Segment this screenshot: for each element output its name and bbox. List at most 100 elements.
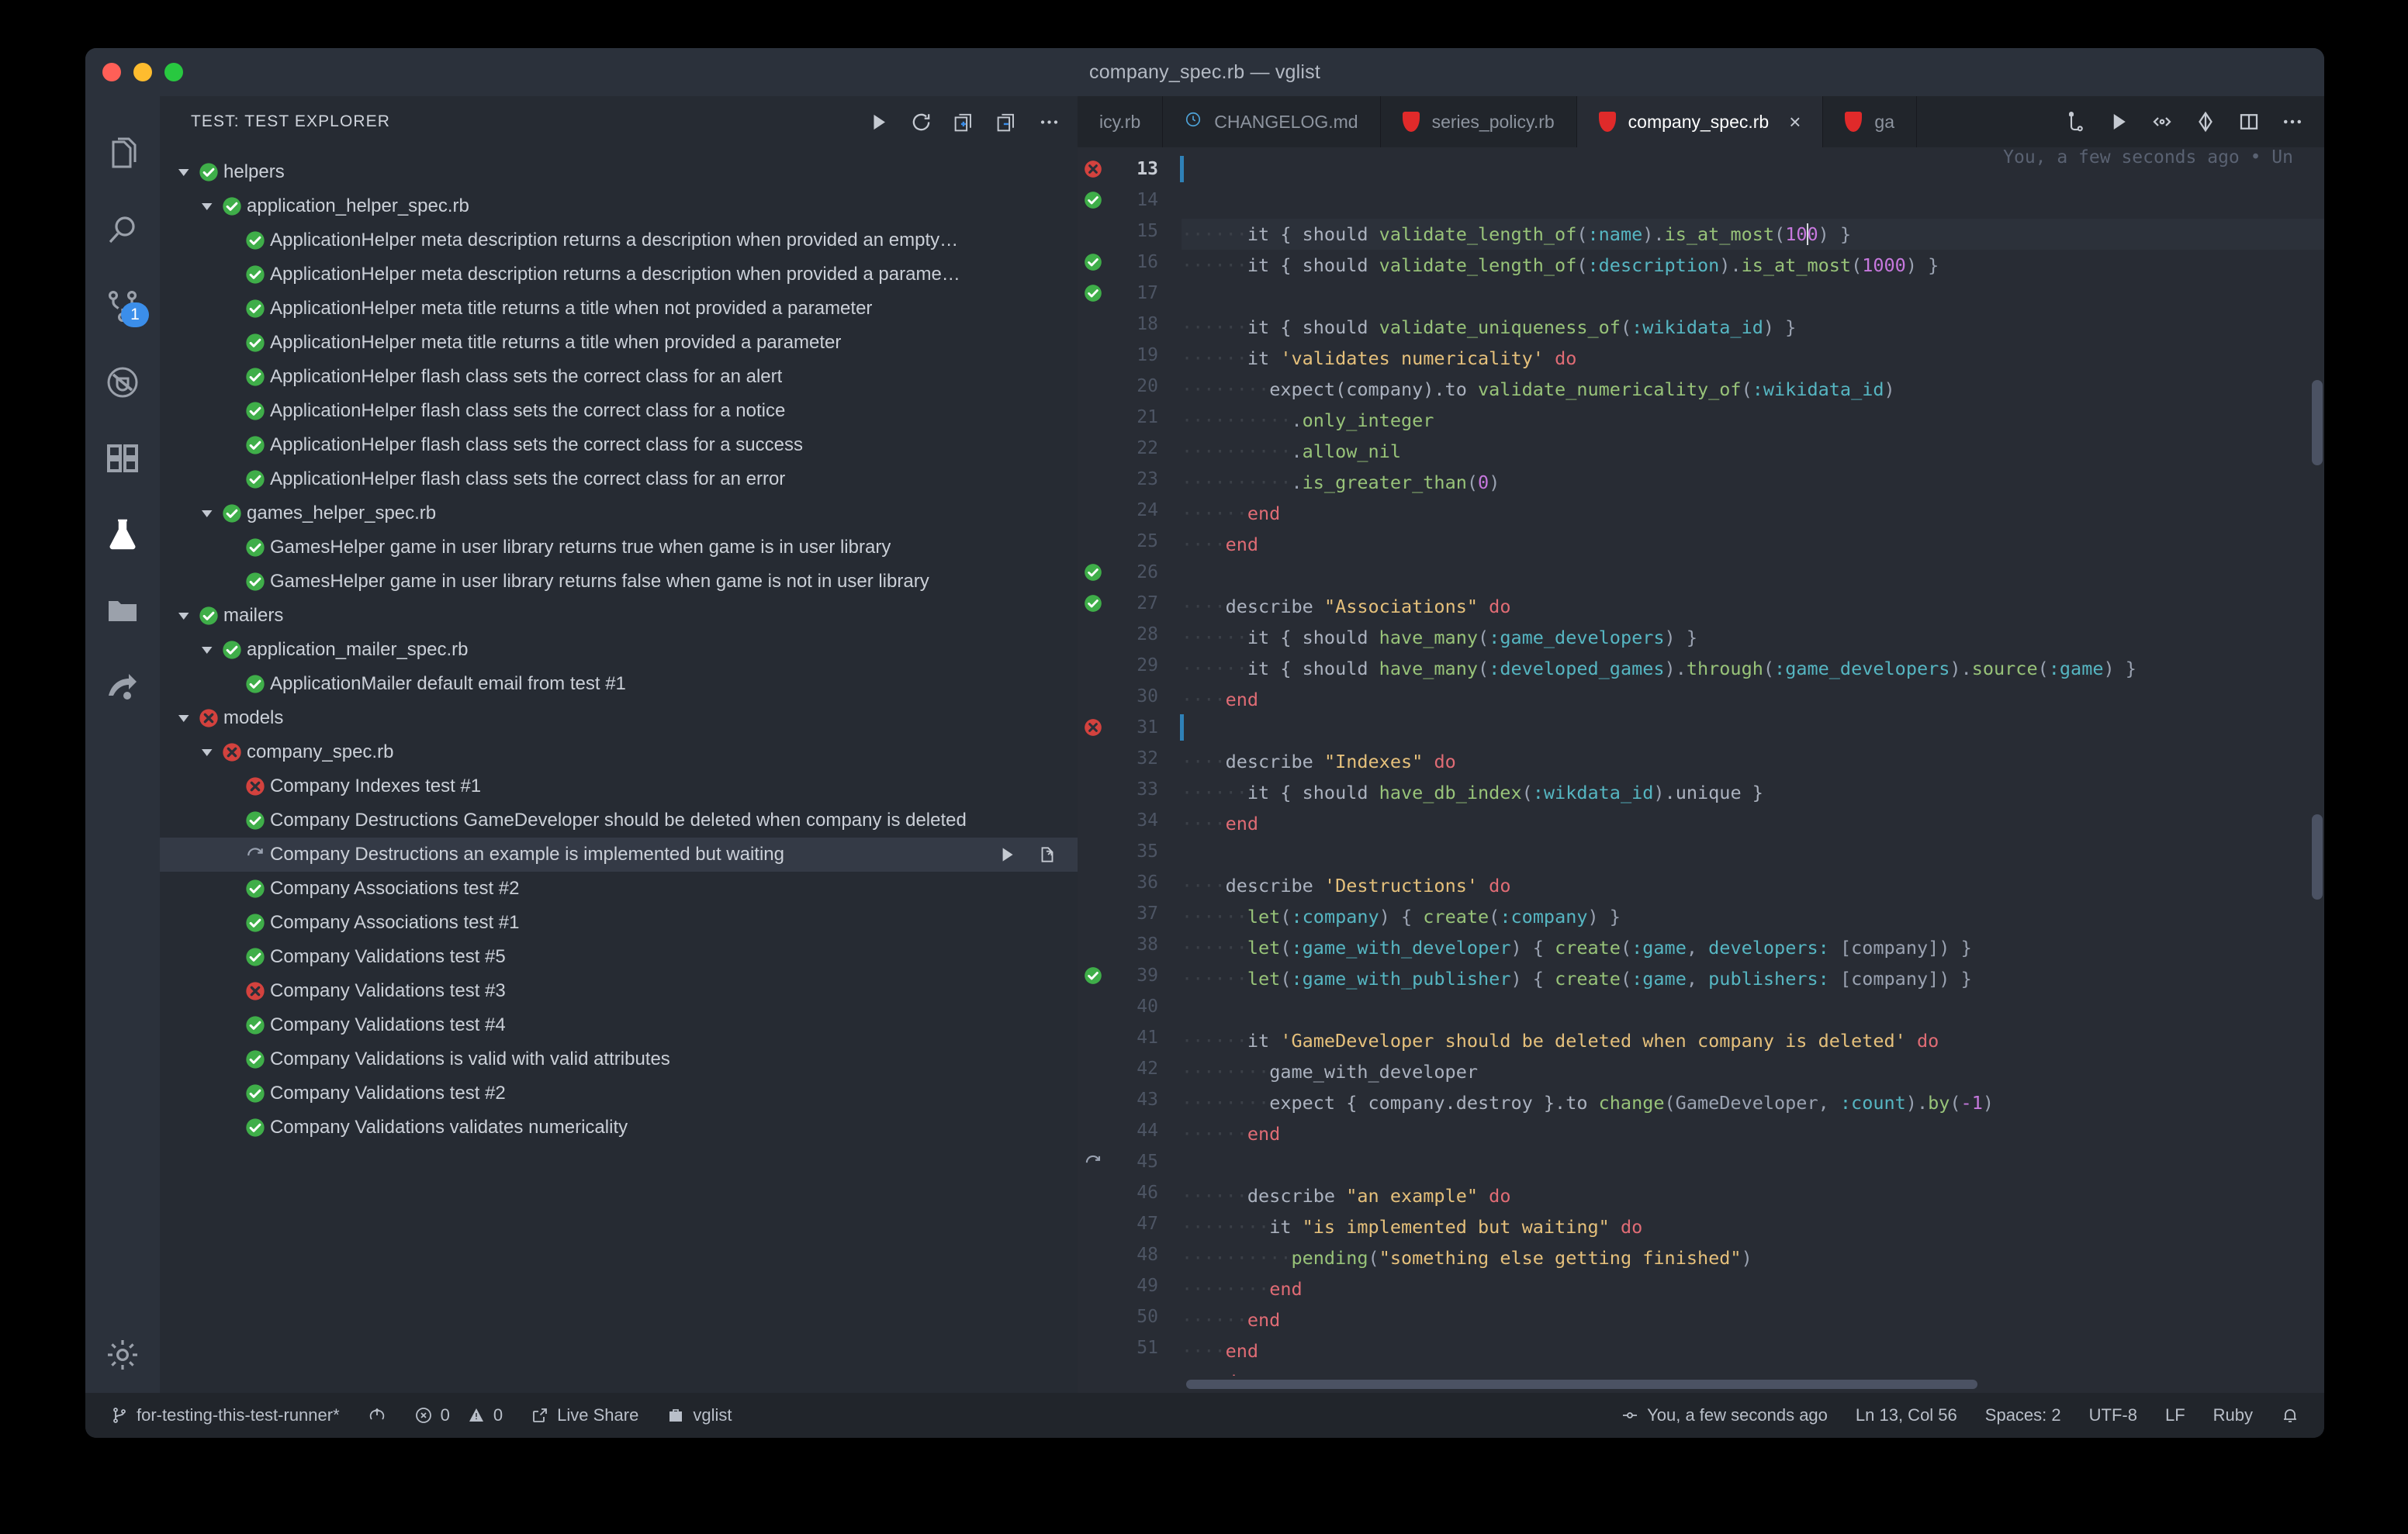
gutter-test-failed-icon[interactable] xyxy=(1078,712,1109,743)
collapse-all-icon[interactable] xyxy=(995,111,1018,133)
code-line[interactable]: ········expect(company).to validate_nume… xyxy=(1182,374,2324,405)
test-tree-row[interactable]: ApplicationHelper meta description retur… xyxy=(160,257,1078,292)
twisty-expanded[interactable] xyxy=(174,167,194,178)
editor-tab[interactable]: ga xyxy=(1823,96,1917,147)
editor-horizontal-scrollbar[interactable] xyxy=(1078,1376,2324,1393)
scrollbar-thumb-secondary[interactable] xyxy=(2312,814,2323,900)
code-line[interactable] xyxy=(1182,994,2324,1025)
activity-item-explorer[interactable] xyxy=(85,116,160,192)
close-tab-icon[interactable]: × xyxy=(1789,110,1801,134)
play-icon[interactable] xyxy=(867,111,890,133)
status-workspace[interactable]: vglist xyxy=(652,1393,746,1438)
test-tree-row[interactable]: company_spec.rb xyxy=(160,735,1078,769)
activity-item-test-explorer[interactable] xyxy=(85,496,160,572)
test-tree-row[interactable]: Company Validations test #2 xyxy=(160,1076,1078,1111)
status-problems[interactable]: 0 0 xyxy=(400,1393,517,1438)
editor-tab[interactable]: CHANGELOG.md xyxy=(1163,96,1381,147)
test-tree-row[interactable]: ApplicationHelper flash class sets the c… xyxy=(160,394,1078,428)
status-indentation[interactable]: Spaces: 2 xyxy=(1971,1393,2075,1438)
compare-icon[interactable] xyxy=(2064,110,2087,133)
code-line[interactable]: ······it 'GameDeveloper should be delete… xyxy=(1182,1025,2324,1056)
activity-item-run-and-debug[interactable] xyxy=(85,344,160,420)
gutter-test-passed-icon[interactable] xyxy=(1078,557,1109,588)
status-notifications[interactable] xyxy=(2267,1393,2313,1438)
minimize-window-button[interactable] xyxy=(133,63,152,81)
ellipsis-icon[interactable] xyxy=(1038,111,1060,133)
expand-all-icon[interactable] xyxy=(953,111,975,133)
code-line[interactable]: ········game_with_developer xyxy=(1182,1056,2324,1087)
code-line[interactable]: ··········.only_integer xyxy=(1182,405,2324,436)
chevron-down-icon[interactable] xyxy=(201,201,213,212)
code-line[interactable]: ······let(:company) { create(:company) } xyxy=(1182,901,2324,932)
code-line[interactable]: ····describe 'Destructions' do xyxy=(1182,870,2324,901)
code-line[interactable]: ····end xyxy=(1182,1335,2324,1366)
code-line[interactable]: ······it { should validate_length_of(:na… xyxy=(1182,219,2324,250)
twisty-expanded[interactable] xyxy=(197,508,217,520)
test-tree-row[interactable]: ApplicationHelper flash class sets the c… xyxy=(160,462,1078,496)
scrollbar-thumb-horizontal[interactable] xyxy=(1186,1380,1977,1389)
gutter-test-failed-icon[interactable] xyxy=(1078,154,1109,185)
goto-file-icon[interactable] xyxy=(1037,845,1057,865)
activity-item-search[interactable] xyxy=(85,192,160,268)
test-tree-row[interactable]: Company Validations test #5 xyxy=(160,940,1078,974)
ellipsis-icon[interactable] xyxy=(2281,110,2304,133)
test-tree-row[interactable]: Company Validations test #4 xyxy=(160,1008,1078,1042)
code-line[interactable]: ······end xyxy=(1182,498,2324,529)
activity-item-extensions[interactable] xyxy=(85,420,160,496)
code-line[interactable]: ··end xyxy=(1182,1366,2324,1376)
code-line[interactable]: ····end xyxy=(1182,684,2324,715)
gutter-test-pending-icon[interactable] xyxy=(1078,1146,1109,1177)
test-tree-row[interactable]: helpers xyxy=(160,155,1078,189)
status-eol[interactable]: LF xyxy=(2151,1393,2199,1438)
activity-item-manage-settings[interactable] xyxy=(85,1317,160,1393)
split-editor-icon[interactable] xyxy=(2237,110,2261,133)
gutter-test-passed-icon[interactable] xyxy=(1078,960,1109,991)
status-encoding[interactable]: UTF-8 xyxy=(2075,1393,2151,1438)
activity-item-remote-explorer[interactable] xyxy=(85,572,160,648)
play-icon[interactable] xyxy=(997,845,1017,865)
test-tree-row[interactable]: GamesHelper game in user library returns… xyxy=(160,565,1078,599)
test-tree-row[interactable]: ApplicationHelper flash class sets the c… xyxy=(160,428,1078,462)
zoom-window-button[interactable] xyxy=(164,63,183,81)
code-line[interactable]: ······end xyxy=(1182,1118,2324,1149)
diamond-icon[interactable] xyxy=(2194,110,2217,133)
code-line[interactable]: ······it { should validate_uniqueness_of… xyxy=(1182,312,2324,343)
code-line[interactable]: ········expect { company.destroy }.to ch… xyxy=(1182,1087,2324,1118)
status-git-blame[interactable]: You, a few seconds ago xyxy=(1607,1393,1842,1438)
test-tree-row[interactable]: Company Associations test #1 xyxy=(160,906,1078,940)
gutter-test-passed-icon[interactable] xyxy=(1078,185,1109,216)
code-line[interactable]: ········end xyxy=(1182,1273,2324,1304)
test-tree-row[interactable]: Company Validations validates numericali… xyxy=(160,1111,1078,1145)
code-line[interactable]: ······let(:game_with_developer) { create… xyxy=(1182,932,2324,963)
chevron-down-icon[interactable] xyxy=(178,167,190,178)
code-line[interactable] xyxy=(1182,715,2324,746)
scrollbar-thumb[interactable] xyxy=(2312,380,2323,465)
test-tree-row[interactable]: Company Validations is valid with valid … xyxy=(160,1042,1078,1076)
test-tree-row[interactable]: ApplicationHelper meta description retur… xyxy=(160,223,1078,257)
activity-item-source-control[interactable]: 1 xyxy=(85,268,160,344)
code-line[interactable]: ········it "is implemented but waiting" … xyxy=(1182,1211,2324,1242)
code-line[interactable]: ······end xyxy=(1182,1304,2324,1335)
code-line[interactable]: ··········.is_greater_than(0) xyxy=(1182,467,2324,498)
test-tree-row[interactable]: Company Indexes test #1 xyxy=(160,769,1078,803)
test-tree-row[interactable]: ApplicationHelper meta title returns a t… xyxy=(160,326,1078,360)
status-live-share[interactable]: Live Share xyxy=(517,1393,652,1438)
chevron-down-icon[interactable] xyxy=(178,610,190,622)
editor-tab-bar[interactable]: icy.rb CHANGELOG.md series_policy.rb compan… xyxy=(1078,96,2324,147)
test-tree-row[interactable]: mailers xyxy=(160,599,1078,633)
code-line[interactable] xyxy=(1182,839,2324,870)
code-line[interactable]: ······it { should have_db_index(:wikdata… xyxy=(1182,777,2324,808)
chevron-down-icon[interactable] xyxy=(201,644,213,656)
code-line[interactable]: ····describe "Associations" do xyxy=(1182,591,2324,622)
twisty-expanded[interactable] xyxy=(174,610,194,622)
gutter-test-passed-icon[interactable] xyxy=(1078,247,1109,278)
chevron-down-icon[interactable] xyxy=(201,747,213,758)
code-line[interactable]: ··········pending("something else gettin… xyxy=(1182,1242,2324,1273)
chevron-down-icon[interactable] xyxy=(201,508,213,520)
status-cursor-position[interactable]: Ln 13, Col 56 xyxy=(1842,1393,1971,1438)
code-line[interactable]: ····end xyxy=(1182,808,2324,839)
twisty-expanded[interactable] xyxy=(197,201,217,212)
code-line[interactable]: ····end xyxy=(1182,529,2324,560)
status-sync[interactable] xyxy=(354,1393,400,1438)
code-line[interactable] xyxy=(1182,560,2324,591)
